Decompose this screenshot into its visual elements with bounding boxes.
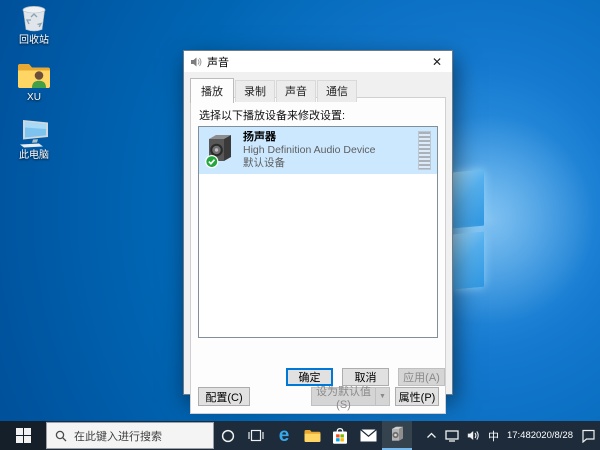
task-view-icon [248, 429, 264, 442]
user-folder-icon [18, 64, 50, 88]
edge-icon: e [278, 425, 290, 446]
volume-level-meter [418, 131, 431, 170]
desktop-icon-this-pc[interactable]: 此电脑 [4, 118, 64, 161]
tab-recording[interactable]: 录制 [235, 80, 275, 102]
taskbar: 在此键入进行搜索 e 中 17:48 2020/8/28 [0, 421, 600, 450]
desktop: 回收站 XU 此电脑 声音 ✕ 播放 录制 声音 通信 选择以下播放设备来修改设… [0, 0, 600, 450]
playback-device-list[interactable]: 扬声器 High Definition Audio Device 默认设备 [198, 126, 438, 338]
desktop-icon-label: 此电脑 [19, 150, 49, 161]
device-text: 扬声器 High Definition Audio Device 默认设备 [243, 131, 418, 171]
device-name: 扬声器 [243, 130, 276, 143]
taskbar-search-input[interactable]: 在此键入进行搜索 [46, 422, 214, 449]
recycle-bin-icon [22, 6, 46, 32]
desktop-icon-user-folder[interactable]: XU [4, 62, 64, 103]
desktop-icon-recycle-bin[interactable]: 回收站 [4, 5, 64, 46]
sound-dialog-icon [191, 57, 202, 66]
ok-button[interactable]: 确定 [286, 368, 333, 386]
volume-icon [467, 431, 479, 440]
file-explorer-icon [304, 429, 320, 442]
this-pc-icon [20, 120, 48, 148]
store-icon [333, 427, 347, 444]
chevron-up-icon [426, 432, 436, 438]
close-icon[interactable]: ✕ [422, 51, 452, 72]
tab-playback[interactable]: 播放 [190, 78, 234, 103]
search-placeholder: 在此键入进行搜索 [74, 430, 162, 443]
desktop-icon-label: 回收站 [19, 35, 49, 46]
clock-time: 17:48 [506, 429, 531, 441]
sound-dialog: 声音 ✕ 播放 录制 声音 通信 选择以下播放设备来修改设置: 扬声器 High… [183, 50, 453, 414]
windows-logo-pane [453, 169, 484, 229]
sound-app-button[interactable] [382, 421, 412, 450]
mail-button[interactable] [354, 421, 382, 450]
clock-date: 2020/8/28 [530, 429, 573, 441]
configure-button[interactable]: 配置(C) [198, 387, 250, 406]
tab-sounds[interactable]: 声音 [276, 80, 316, 102]
ime-indicator[interactable]: 中 [484, 421, 503, 450]
volume-tray-button[interactable] [463, 421, 484, 450]
search-icon [55, 430, 67, 441]
store-button[interactable] [326, 421, 354, 450]
system-tray: 中 17:48 2020/8/28 [422, 421, 600, 450]
cortana-icon [221, 429, 235, 442]
device-actions-row: 配置(C) 设为默认值(S) ▼ 属性(P) [198, 386, 439, 411]
edge-button[interactable]: e [270, 421, 298, 450]
device-description: High Definition Audio Device [243, 144, 376, 157]
device-status: 默认设备 [243, 157, 285, 170]
cortana-button[interactable] [214, 421, 242, 450]
network-icon [445, 429, 459, 442]
apply-button[interactable]: 应用(A) [398, 368, 445, 386]
cancel-button[interactable]: 取消 [342, 368, 389, 386]
file-explorer-button[interactable] [298, 421, 326, 450]
desktop-icon-label: XU [27, 92, 41, 103]
dialog-buttons-row: 确定 取消 应用(A) [184, 368, 445, 386]
dialog-tabs: 播放 录制 声音 通信 [184, 72, 452, 103]
task-view-button[interactable] [242, 421, 270, 450]
set-default-dropdown-icon[interactable]: ▼ [375, 387, 390, 406]
windows-logo-pane [453, 231, 484, 290]
notification-icon [582, 429, 595, 443]
windows-start-icon [15, 428, 31, 443]
tray-expand-button[interactable] [422, 421, 441, 450]
set-default-split-button: 设为默认值(S) ▼ [311, 386, 390, 411]
clock[interactable]: 17:48 2020/8/28 [503, 421, 577, 450]
action-center-button[interactable] [577, 421, 600, 450]
sound-app-icon [391, 426, 403, 441]
speaker-device-icon [205, 135, 231, 169]
device-item-speakers[interactable]: 扬声器 High Definition Audio Device 默认设备 [199, 127, 437, 174]
network-tray-button[interactable] [441, 421, 463, 450]
playback-tab-panel: 选择以下播放设备来修改设置: 扬声器 High Definition Audio… [190, 97, 446, 414]
properties-button[interactable]: 属性(P) [395, 387, 439, 406]
tab-communications[interactable]: 通信 [317, 80, 357, 102]
start-button[interactable] [0, 421, 46, 450]
dialog-titlebar[interactable]: 声音 ✕ [184, 51, 452, 72]
mail-icon [359, 429, 377, 442]
dialog-title: 声音 [207, 56, 229, 69]
set-default-button[interactable]: 设为默认值(S) [311, 386, 375, 411]
